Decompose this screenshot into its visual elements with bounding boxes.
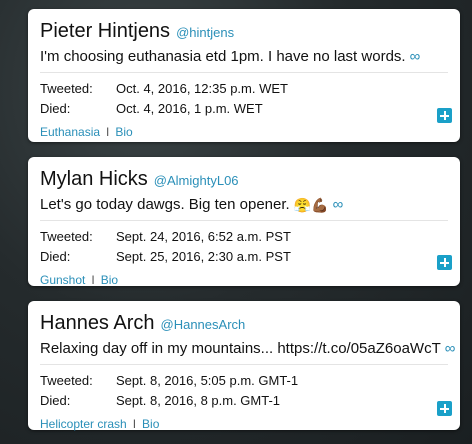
tweeted-row: Tweeted: Sept. 8, 2016, 5:05 p.m. GMT-1 — [40, 371, 448, 391]
card-header: Pieter Hintjens @hintjens — [40, 20, 448, 43]
tweet-text: Relaxing day off in my mountains... http… — [40, 340, 441, 357]
died-label: Died: — [40, 101, 71, 116]
twitter-handle-link[interactable]: @AlmightyL06 — [154, 173, 239, 188]
tweet-card: Mylan Hicks @AlmightyL06 Let's go today … — [28, 157, 460, 287]
infinity-link-icon[interactable]: ∞ — [410, 48, 421, 65]
bio-link[interactable]: Bio — [115, 125, 132, 139]
divider — [40, 364, 448, 365]
died-row: Died: Sept. 25, 2016, 2:30 a.m. PST — [40, 247, 448, 267]
died-label: Died: — [40, 393, 71, 408]
tweet-text-row: I'm choosing euthanasia etd 1pm. I have … — [40, 48, 448, 65]
link-separator: I — [132, 417, 137, 431]
tweeted-row: Tweeted: Oct. 4, 2016, 12:35 p.m. WET — [40, 79, 448, 99]
expand-plus-button[interactable] — [437, 401, 452, 416]
cause-link[interactable]: Gunshot — [40, 273, 85, 287]
person-name: Mylan Hicks — [40, 168, 148, 190]
tweet-card: Pieter Hintjens @hintjens I'm choosing e… — [28, 9, 460, 142]
tweet-meta: Tweeted: Sept. 8, 2016, 5:05 p.m. GMT-1 … — [40, 371, 448, 411]
tweet-text-row: Let's go today dawgs. Big ten opener. 😤💪… — [40, 196, 448, 213]
twitter-handle-link[interactable]: @HannesArch — [161, 317, 246, 332]
tweeted-label: Tweeted: — [40, 229, 93, 244]
died-label: Died: — [40, 249, 71, 264]
card-links: Helicopter crash I Bio — [40, 417, 448, 431]
card-links: Euthanasia I Bio — [40, 125, 448, 139]
bio-link[interactable]: Bio — [101, 273, 118, 287]
died-value: Sept. 8, 2016, 8 p.m. GMT-1 — [116, 393, 281, 408]
tweet-text: Let's go today dawgs. Big ten opener. — [40, 196, 290, 213]
died-row: Died: Oct. 4, 2016, 1 p.m. WET — [40, 99, 448, 119]
tweet-meta: Tweeted: Oct. 4, 2016, 12:35 p.m. WET Di… — [40, 79, 448, 119]
bio-link[interactable]: Bio — [142, 417, 159, 431]
expand-plus-button[interactable] — [437, 255, 452, 270]
tweeted-value: Sept. 8, 2016, 5:05 p.m. GMT-1 — [116, 373, 299, 388]
link-separator: I — [91, 273, 95, 287]
expand-plus-button[interactable] — [437, 108, 452, 123]
cause-link[interactable]: Euthanasia — [40, 125, 100, 139]
tweeted-row: Tweeted: Sept. 24, 2016, 6:52 a.m. PST — [40, 227, 448, 247]
card-header: Hannes Arch @HannesArch — [40, 312, 448, 335]
twitter-handle-link[interactable]: @hintjens — [176, 25, 234, 40]
divider — [40, 72, 448, 73]
person-name: Pieter Hintjens — [40, 20, 171, 42]
tweeted-value: Sept. 24, 2016, 6:52 a.m. PST — [116, 229, 291, 244]
divider — [40, 220, 448, 221]
infinity-link-icon[interactable]: ∞ — [333, 196, 344, 213]
died-value: Sept. 25, 2016, 2:30 a.m. PST — [116, 249, 291, 264]
card-links: Gunshot I Bio — [40, 273, 448, 287]
tweeted-value: Oct. 4, 2016, 12:35 p.m. WET — [116, 81, 288, 96]
tweet-meta: Tweeted: Sept. 24, 2016, 6:52 a.m. PST D… — [40, 227, 448, 267]
link-separator: I — [106, 125, 110, 139]
tweeted-label: Tweeted: — [40, 81, 93, 96]
cause-link[interactable]: Helicopter crash — [40, 417, 127, 431]
emoji-icon: 😤💪🏾 — [293, 196, 329, 213]
tweeted-label: Tweeted: — [40, 373, 93, 388]
person-name: Hannes Arch — [40, 312, 155, 334]
infinity-link-icon[interactable]: ∞ — [445, 340, 456, 357]
tweet-text-row: Relaxing day off in my mountains... http… — [40, 340, 455, 357]
tweet-text: I'm choosing euthanasia etd 1pm. I have … — [40, 48, 406, 65]
died-value: Oct. 4, 2016, 1 p.m. WET — [116, 101, 263, 116]
died-row: Died: Sept. 8, 2016, 8 p.m. GMT-1 — [40, 391, 448, 411]
tweet-card: Hannes Arch @HannesArch Relaxing day off… — [28, 301, 460, 431]
card-header: Mylan Hicks @AlmightyL06 — [40, 168, 448, 191]
